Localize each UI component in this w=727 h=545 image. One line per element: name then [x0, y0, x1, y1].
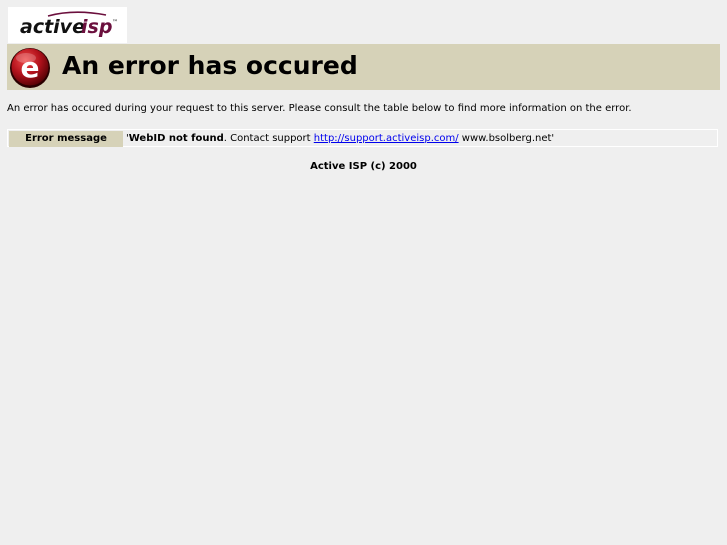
logo-word-active: active [20, 16, 85, 38]
error-table: Error message 'WebID not found. Contact … [7, 129, 718, 147]
logo-word-isp: isp [81, 16, 112, 38]
page-title: An error has occured [62, 51, 358, 80]
logo-graphic: active isp ™ [20, 11, 118, 38]
support-link[interactable]: http://support.activeisp.com/ [314, 133, 459, 144]
error-message-label: Error message [9, 131, 123, 147]
error-e-icon: e [10, 48, 50, 88]
intro-text: An error has occured during your request… [7, 103, 632, 114]
error-trailing-text: www.bsolberg.net' [458, 133, 555, 144]
error-webid-text: WebID not found [128, 133, 224, 144]
error-header-band: e An error has occured [7, 44, 720, 90]
footer-copyright: Active ISP (c) 2000 [310, 161, 417, 172]
active-isp-logo: active isp ™ [8, 7, 127, 43]
logo-trademark: ™ [112, 19, 118, 26]
error-message-value: 'WebID not found. Contact support http:/… [126, 131, 554, 147]
error-badge-letter: e [21, 51, 40, 84]
error-contact-text: . Contact support [223, 133, 314, 144]
